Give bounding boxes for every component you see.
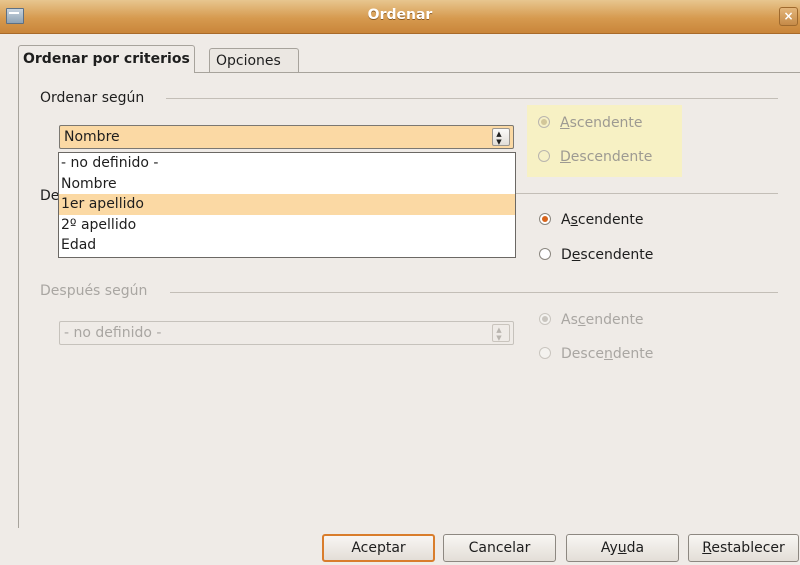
radio-label: Ascendente	[561, 312, 644, 328]
dropdown-option[interactable]: 2º apellido	[59, 215, 515, 236]
divider	[170, 292, 778, 293]
radio-dot	[539, 347, 551, 359]
radio-label: Descendente	[561, 346, 654, 362]
sort-key-3-select[interactable]: - no definido - ▲▼	[59, 321, 514, 345]
reset-button[interactable]: Restablecer	[688, 534, 799, 562]
cancel-button[interactable]: Cancelar	[443, 534, 556, 562]
sort-key-3-value: - no definido -	[64, 325, 162, 341]
sort-key-1-dropdown-list[interactable]: - no definido - Nombre 1er apellido 2º a…	[58, 152, 516, 258]
radio-label: Descendente	[560, 149, 653, 165]
radio-dot	[539, 313, 551, 325]
radio-label: Ascendente	[560, 115, 643, 131]
divider	[166, 98, 778, 99]
dropdown-option[interactable]: Edad	[59, 235, 515, 256]
sort-key-1-value: Nombre	[64, 129, 120, 145]
divider	[516, 193, 778, 194]
dropdown-option-selected[interactable]: 1er apellido	[59, 194, 515, 215]
sort-key-1-select[interactable]: Nombre ▲▼	[59, 125, 514, 149]
radio-label: Ascendente	[561, 212, 644, 228]
sort-key-1-heading: Ordenar según	[40, 90, 145, 106]
dropdown-option[interactable]: Nombre	[59, 174, 515, 195]
radio-dot	[538, 150, 550, 162]
radio-dot	[538, 116, 550, 128]
dropdown-option[interactable]: - no definido -	[59, 153, 515, 174]
window-title: Ordenar	[367, 7, 433, 23]
spin-arrows-icon: ▲▼	[492, 324, 510, 342]
spin-arrows-icon[interactable]: ▲▼	[492, 128, 510, 146]
close-button[interactable]: ×	[779, 7, 798, 26]
sort-key-2-heading: De	[40, 188, 60, 204]
tab-sort-criteria[interactable]: Ordenar por criterios	[18, 45, 195, 73]
tab-options[interactable]: Opciones	[209, 48, 299, 73]
sort-key-3-heading: Después según	[40, 283, 148, 299]
radio-dot	[539, 248, 551, 260]
radio-dot	[539, 213, 551, 225]
radio-label: Descendente	[561, 247, 654, 263]
title-bar[interactable]: Ordenar ×	[0, 0, 800, 34]
ok-button[interactable]: Aceptar	[322, 534, 435, 562]
help-button[interactable]: Ayuda	[566, 534, 679, 562]
